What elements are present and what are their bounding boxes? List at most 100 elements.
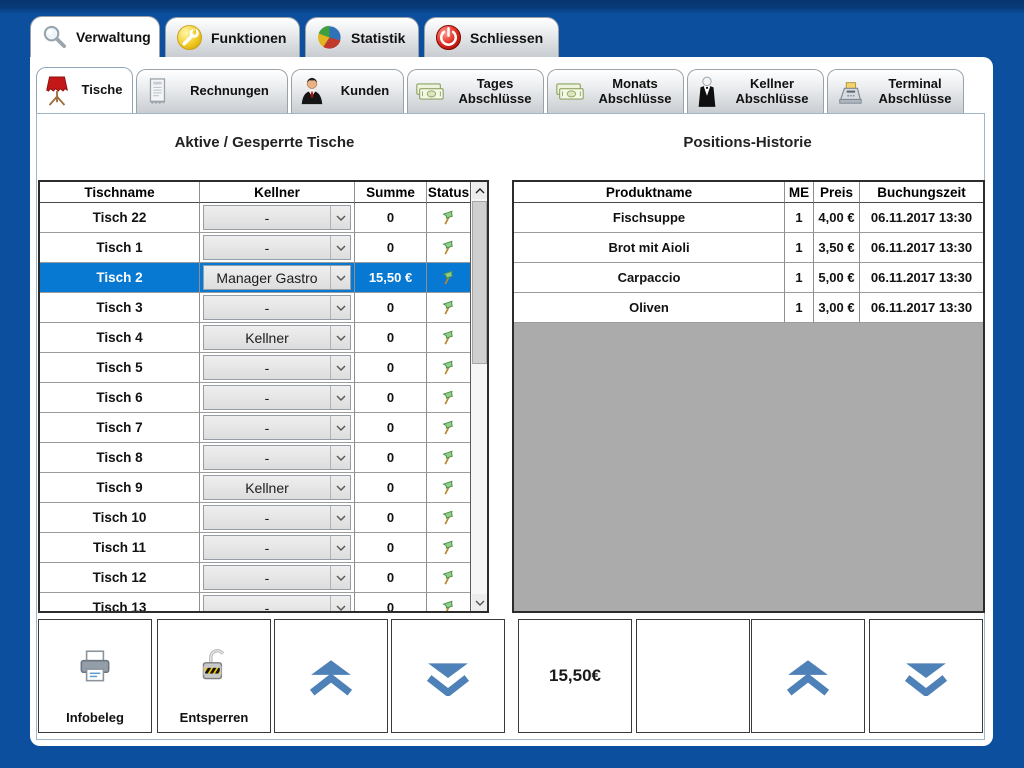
table-row[interactable]: Tisch 4Kellner0 xyxy=(40,323,487,353)
kellner-value: - xyxy=(204,386,330,409)
chevron-down-icon xyxy=(870,660,982,696)
flag-icon xyxy=(440,449,457,466)
kellner-select[interactable]: - xyxy=(203,595,351,613)
kellner-select[interactable]: - xyxy=(203,235,351,260)
tab-monats-abschluesse[interactable]: Monats Abschlüsse xyxy=(547,69,684,113)
printer-icon xyxy=(39,646,151,688)
status-cell xyxy=(427,383,470,413)
table-row[interactable]: Tisch 12-0 xyxy=(40,563,487,593)
tab-label: Funktionen xyxy=(211,30,286,46)
col-kellner: Kellner xyxy=(200,182,355,203)
tab-verwaltung[interactable]: Verwaltung xyxy=(30,16,160,57)
tisch-name: Tisch 10 xyxy=(40,503,200,533)
wrench-icon xyxy=(176,24,203,51)
table-row[interactable]: Tisch 9Kellner0 xyxy=(40,473,487,503)
tab-kellner-abschluesse[interactable]: Kellner Abschlüsse xyxy=(687,69,824,113)
scroll-tables-up-button[interactable] xyxy=(274,619,388,733)
scroll-up-button[interactable] xyxy=(472,182,487,199)
chevron-up-icon xyxy=(752,660,864,696)
right-panel-title: Positions-Historie xyxy=(511,134,984,151)
flag-icon xyxy=(440,269,457,286)
kellner-select[interactable]: - xyxy=(203,505,351,530)
empty-button[interactable] xyxy=(636,619,750,733)
chevron-down-icon xyxy=(330,476,350,499)
tab-label: Rechnungen xyxy=(178,84,281,99)
kellner-select[interactable]: Manager Gastro xyxy=(203,265,351,290)
table-row[interactable]: Tisch 6-0 xyxy=(40,383,487,413)
summe-value: 0 xyxy=(355,383,427,413)
sub-tab-bar: Tische Rechnungen Kunden Tages Abschlüss… xyxy=(36,68,964,113)
kellner-select[interactable]: - xyxy=(203,535,351,560)
kellner-value: - xyxy=(204,356,330,379)
tab-label: Kunden xyxy=(333,84,397,99)
table-row[interactable]: Tisch 10-0 xyxy=(40,503,487,533)
tab-schliessen[interactable]: Schliessen xyxy=(424,17,559,57)
table-row[interactable]: Brot mit Aioli13,50 €06.11.2017 13:30 xyxy=(514,233,983,263)
tab-terminal-abschluesse[interactable]: Terminal Abschlüsse xyxy=(827,69,964,113)
table-row[interactable]: Tisch 5-0 xyxy=(40,353,487,383)
scroll-positions-up-button[interactable] xyxy=(751,619,865,733)
scrollbar[interactable] xyxy=(470,182,487,611)
buchungszeit: 06.11.2017 13:30 xyxy=(860,233,983,263)
total-value: 15,50€ xyxy=(519,620,631,732)
kellner-select[interactable]: - xyxy=(203,295,351,320)
tab-funktionen[interactable]: Funktionen xyxy=(165,17,300,57)
kellner-value: - xyxy=(204,236,330,259)
col-buchungszeit: Buchungszeit xyxy=(860,182,983,203)
table-row[interactable]: Tisch 13-0 xyxy=(40,593,487,613)
tab-label: Tages Abschlüsse xyxy=(453,77,537,107)
terminal-icon xyxy=(834,78,866,106)
kellner-select[interactable]: Kellner xyxy=(203,475,351,500)
tab-rechnungen[interactable]: Rechnungen xyxy=(136,69,288,113)
tab-tische[interactable]: Tische xyxy=(36,67,133,113)
table-row[interactable]: Oliven13,00 €06.11.2017 13:30 xyxy=(514,293,983,323)
summe-total-button[interactable]: 15,50€ xyxy=(518,619,632,733)
kellner-select[interactable]: - xyxy=(203,385,351,410)
scroll-thumb[interactable] xyxy=(472,201,487,364)
chevron-down-icon xyxy=(330,266,350,289)
flag-icon xyxy=(440,299,457,316)
chevron-down-icon xyxy=(330,386,350,409)
table-row[interactable]: Tisch 8-0 xyxy=(40,443,487,473)
kellner-select[interactable]: Kellner xyxy=(203,325,351,350)
table-row[interactable]: Carpaccio15,00 €06.11.2017 13:30 xyxy=(514,263,983,293)
kellner-select[interactable]: - xyxy=(203,355,351,380)
scroll-down-button[interactable] xyxy=(472,594,487,611)
table-header: Tischname Kellner Summe Status xyxy=(40,182,487,203)
scroll-positions-down-button[interactable] xyxy=(869,619,983,733)
table-row-selected[interactable]: Tisch 2Manager Gastro15,50 € xyxy=(40,263,487,293)
tisch-name: Tisch 7 xyxy=(40,413,200,443)
kellner-select[interactable]: - xyxy=(203,445,351,470)
chevron-down-icon xyxy=(330,296,350,319)
table-row[interactable]: Tisch 3-0 xyxy=(40,293,487,323)
col-tischname: Tischname xyxy=(40,182,200,203)
tab-kunden[interactable]: Kunden xyxy=(291,69,404,113)
status-cell xyxy=(427,203,470,233)
chevron-down-icon xyxy=(330,206,350,229)
table-row[interactable]: Tisch 7-0 xyxy=(40,413,487,443)
table-row[interactable]: Fischsuppe14,00 €06.11.2017 13:30 xyxy=(514,203,983,233)
menge: 1 xyxy=(785,203,814,233)
status-cell xyxy=(427,263,470,293)
flag-icon xyxy=(440,569,457,586)
chevron-down-icon xyxy=(330,596,350,613)
kellner-value: - xyxy=(204,446,330,469)
scroll-tables-down-button[interactable] xyxy=(391,619,505,733)
table-row[interactable]: Tisch 1-0 xyxy=(40,233,487,263)
tab-tages-abschluesse[interactable]: Tages Abschlüsse xyxy=(407,69,544,113)
kellner-select[interactable]: - xyxy=(203,205,351,230)
magnifier-icon xyxy=(41,24,68,51)
kellner-select[interactable]: - xyxy=(203,415,351,440)
summe-value: 0 xyxy=(355,413,427,443)
infobeleg-button[interactable]: Infobeleg xyxy=(38,619,152,733)
tisch-name: Tisch 5 xyxy=(40,353,200,383)
tisch-name: Tisch 8 xyxy=(40,443,200,473)
status-cell xyxy=(427,353,470,383)
kellner-select[interactable]: - xyxy=(203,565,351,590)
table-row[interactable]: Tisch 22-0 xyxy=(40,203,487,233)
tab-statistik[interactable]: Statistik xyxy=(305,17,419,57)
status-cell xyxy=(427,323,470,353)
menge: 1 xyxy=(785,263,814,293)
entsperren-button[interactable]: Entsperren xyxy=(157,619,271,733)
table-row[interactable]: Tisch 11-0 xyxy=(40,533,487,563)
